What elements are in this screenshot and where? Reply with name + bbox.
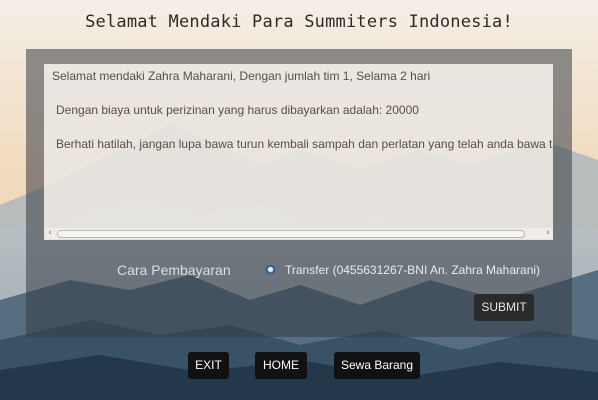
- summary-textarea[interactable]: Selamat mendaki Zahra Maharani, Dengan j…: [44, 64, 553, 240]
- scrollbar-thumb[interactable]: [57, 230, 525, 238]
- horizontal-scrollbar[interactable]: ‹ ›: [45, 228, 553, 239]
- home-button[interactable]: HOME: [255, 352, 307, 379]
- transfer-radio[interactable]: [265, 264, 276, 275]
- payment-method-label: Cara Pembayaran: [117, 262, 231, 278]
- submit-button[interactable]: SUBMIT: [474, 294, 534, 321]
- exit-button[interactable]: EXIT: [188, 352, 229, 379]
- summary-line-1: Selamat mendaki Zahra Maharani, Dengan j…: [52, 69, 431, 83]
- transfer-radio-label[interactable]: Transfer (0455631267-BNI An. Zahra Mahar…: [285, 263, 540, 277]
- sewa-barang-button[interactable]: Sewa Barang: [334, 352, 420, 379]
- page-title: Selamat Mendaki Para Summiters Indonesia…: [85, 12, 513, 32]
- scroll-left-icon[interactable]: ‹: [45, 228, 55, 239]
- summary-line-3: Berhati hatilah, jangan lupa bawa turun …: [56, 137, 553, 151]
- summary-line-2: Dengan biaya untuk perizinan yang harus …: [56, 103, 419, 117]
- scroll-right-icon[interactable]: ›: [543, 228, 553, 239]
